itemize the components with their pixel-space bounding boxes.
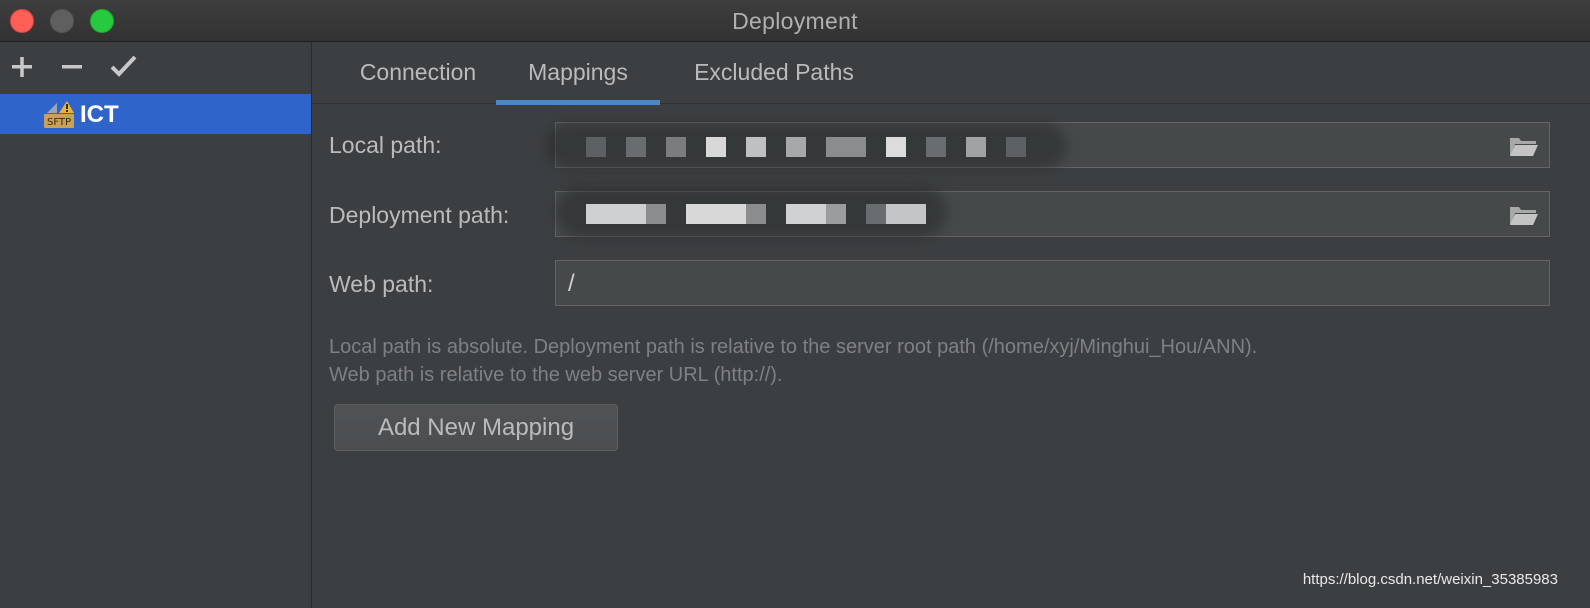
tab-bar: Connection Mappings Excluded Paths <box>312 42 1590 105</box>
tab-mappings[interactable]: Mappings <box>496 42 660 105</box>
path-hint-line-2: Web path is relative to the web server U… <box>329 364 783 386</box>
check-icon <box>110 55 137 77</box>
local-path-label: Local path: <box>329 132 442 158</box>
svg-text:SFTP: SFTP <box>47 117 71 128</box>
deployment-path-label: Deployment path: <box>329 202 510 228</box>
web-path-value: / <box>568 270 575 297</box>
title-bar: Deployment <box>0 0 1590 42</box>
local-path-field[interactable] <box>546 122 1550 169</box>
watermark: https://blog.csdn.net/weixin_35385983 <box>1302 571 1558 588</box>
path-hint-line-1: Local path is absolute. Deployment path … <box>329 336 1258 358</box>
tab-excluded-paths[interactable]: Excluded Paths <box>674 42 874 104</box>
web-path-label: Web path: <box>329 271 434 297</box>
set-default-button[interactable] <box>107 50 141 84</box>
folder-icon[interactable] <box>1509 134 1539 158</box>
server-sidebar: SFTP ICT <box>0 42 312 608</box>
server-item-label: ICT <box>80 101 119 128</box>
sftp-server-icon: SFTP <box>44 101 74 128</box>
add-new-mapping-button[interactable]: Add New Mapping <box>334 404 618 451</box>
window-title: Deployment <box>732 8 858 34</box>
folder-icon[interactable] <box>1509 203 1539 227</box>
plus-icon <box>12 57 32 77</box>
web-path-field[interactable]: / <box>555 260 1550 306</box>
deployment-path-field[interactable] <box>555 186 1550 238</box>
minus-icon <box>62 65 82 69</box>
obscured-overlay <box>546 123 1066 169</box>
add-server-button[interactable] <box>5 50 39 84</box>
server-item-ict[interactable]: SFTP ICT <box>0 94 311 134</box>
remove-server-button[interactable] <box>55 50 89 84</box>
tab-connection[interactable]: Connection <box>332 42 504 104</box>
